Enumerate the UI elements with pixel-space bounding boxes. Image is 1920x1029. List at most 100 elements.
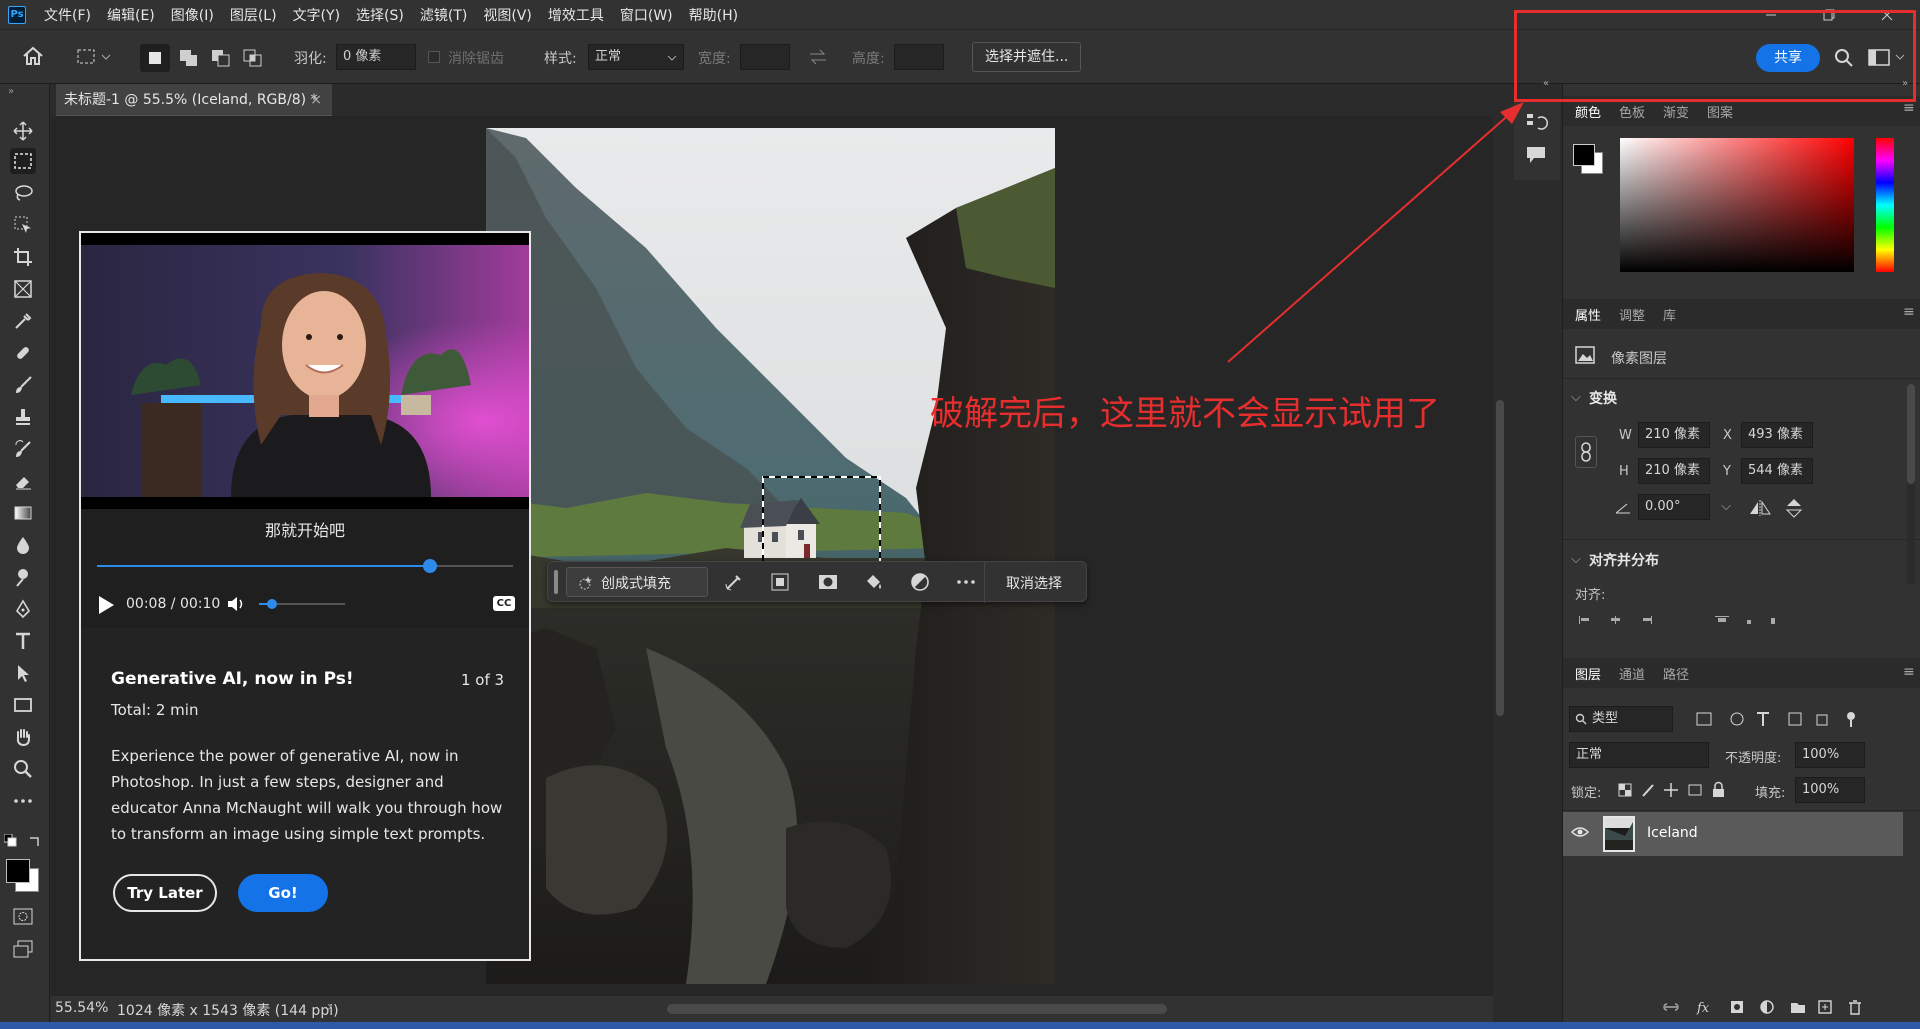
tab-adjustments[interactable]: 调整	[1619, 305, 1645, 324]
video-progress-handle[interactable]	[422, 559, 437, 573]
gradient-tool[interactable]	[10, 500, 36, 526]
layer-filter-select[interactable]: 类型	[1569, 706, 1673, 732]
more-tools[interactable]	[10, 788, 36, 814]
screen-mode-button[interactable]	[10, 936, 36, 962]
menu-help[interactable]: 帮助(H)	[689, 5, 738, 25]
feather-input[interactable]: 0 像素	[336, 44, 416, 70]
properties-scrollbar[interactable]	[1907, 384, 1915, 584]
tab-color[interactable]: 颜色	[1575, 102, 1601, 121]
width-input[interactable]	[740, 44, 790, 70]
healing-brush-tool[interactable]	[10, 340, 36, 366]
path-select-tool[interactable]	[10, 660, 36, 686]
tab-patterns[interactable]: 图案	[1707, 102, 1733, 121]
eyedropper-tool[interactable]	[10, 308, 36, 334]
chevron-down-icon[interactable]: ⌵	[1721, 495, 1731, 519]
brush-tool[interactable]	[10, 372, 36, 398]
pen-tool[interactable]	[10, 596, 36, 622]
marquee-tool[interactable]	[10, 148, 36, 174]
properties-menu-icon[interactable]: ≡	[1903, 304, 1915, 320]
generative-fill-button[interactable]: 创成式填充	[566, 567, 708, 597]
layer-filter-buttons[interactable]	[1693, 710, 1873, 728]
menu-filter[interactable]: 滤镜(T)	[420, 5, 467, 25]
blur-tool[interactable]	[10, 532, 36, 558]
try-later-button[interactable]: Try Later	[113, 874, 217, 912]
menu-window[interactable]: 窗口(W)	[620, 5, 673, 25]
opacity-input[interactable]: 100%	[1795, 742, 1865, 768]
blend-mode-select[interactable]: 正常	[1569, 742, 1709, 768]
align-buttons-row[interactable]	[1575, 614, 1805, 626]
hand-tool[interactable]	[10, 724, 36, 750]
layer-row-iceland[interactable]: Iceland	[1563, 812, 1903, 856]
color-fg-swatch[interactable]	[1573, 144, 1595, 166]
intersect-selection-button[interactable]	[238, 44, 268, 72]
volume-handle[interactable]	[266, 599, 277, 609]
menu-edit[interactable]: 编辑(E)	[107, 5, 155, 25]
collapse-toolbar-icon[interactable]: »	[8, 86, 14, 97]
layers-menu-icon[interactable]: ≡	[1903, 664, 1915, 680]
volume-track[interactable]	[259, 599, 345, 609]
tab-swatches[interactable]: 色板	[1619, 102, 1645, 121]
play-button[interactable]	[97, 595, 115, 615]
layer-name[interactable]: Iceland	[1647, 825, 1698, 841]
eraser-tool[interactable]	[10, 468, 36, 494]
tab-channels[interactable]: 通道	[1619, 664, 1645, 683]
invert-selection-button[interactable]	[770, 572, 790, 592]
menu-view[interactable]: 视图(V)	[483, 5, 532, 25]
flip-vertical-button[interactable]	[1785, 498, 1803, 518]
history-brush-tool[interactable]	[10, 436, 36, 462]
antialias-checkbox[interactable]	[428, 51, 440, 63]
link-dimensions-button[interactable]	[1575, 436, 1597, 468]
close-tab-icon[interactable]: ×	[310, 84, 322, 116]
new-selection-button[interactable]	[140, 44, 170, 72]
status-expand-icon[interactable]: ›	[327, 999, 333, 1015]
home-button[interactable]	[22, 46, 44, 66]
hue-slider[interactable]	[1876, 138, 1894, 272]
deselect-button[interactable]: 取消选择	[1006, 573, 1062, 593]
mask-button[interactable]	[818, 572, 838, 592]
more-options-button[interactable]	[956, 572, 976, 592]
color-field[interactable]	[1620, 138, 1854, 272]
frame-tool[interactable]	[10, 276, 36, 302]
add-selection-button[interactable]	[174, 44, 204, 72]
volume-button[interactable]	[227, 595, 247, 613]
zoom-level[interactable]: 55.54%	[55, 1000, 108, 1016]
type-tool[interactable]	[10, 628, 36, 654]
tab-paths[interactable]: 路径	[1663, 664, 1689, 683]
closed-captions-button[interactable]: CC	[493, 596, 515, 611]
document-info[interactable]: 1024 像素 x 1543 像素 (144 ppi)	[117, 1000, 339, 1020]
dodge-tool[interactable]	[10, 564, 36, 590]
vertical-scroll-thumb[interactable]	[1496, 400, 1504, 716]
collapse-transform-icon[interactable]: ⌵	[1571, 390, 1581, 405]
video-progress-track[interactable]	[97, 559, 513, 573]
document-image[interactable]	[486, 128, 1055, 984]
fill-selection-button[interactable]	[864, 572, 884, 592]
document-tab[interactable]: 未标题-1 @ 55.5% (Iceland, RGB/8) * ×	[56, 84, 332, 116]
menu-image[interactable]: 图像(I)	[171, 5, 214, 25]
transform-height-input[interactable]: 210 像素	[1638, 458, 1710, 484]
tab-libraries[interactable]: 库	[1663, 305, 1676, 324]
marquee-preset-button[interactable]	[76, 47, 114, 67]
go-button[interactable]: Go!	[238, 874, 328, 912]
style-select[interactable]: 正常	[588, 44, 684, 70]
menu-plugins[interactable]: 增效工具	[548, 5, 604, 25]
color-panel-menu-icon[interactable]: ≡	[1903, 100, 1915, 116]
modify-selection-button[interactable]	[724, 572, 744, 592]
flip-horizontal-button[interactable]	[1749, 500, 1771, 516]
collapse-align-icon[interactable]: ⌵	[1571, 552, 1581, 567]
lasso-tool[interactable]	[10, 180, 36, 206]
adjustment-button[interactable]	[910, 572, 930, 592]
move-tool[interactable]	[10, 118, 36, 144]
default-colors-button[interactable]	[4, 834, 18, 848]
drag-handle[interactable]	[554, 570, 558, 594]
properties-scroll-thumb[interactable]	[1907, 384, 1915, 484]
fill-input[interactable]: 100%	[1795, 777, 1865, 803]
tab-gradients[interactable]: 渐变	[1663, 102, 1689, 121]
tab-properties[interactable]: 属性	[1575, 305, 1601, 324]
menu-layer[interactable]: 图层(L)	[230, 5, 277, 25]
subtract-selection-button[interactable]	[206, 44, 236, 72]
transform-width-input[interactable]: 210 像素	[1638, 422, 1710, 448]
menu-select[interactable]: 选择(S)	[356, 5, 404, 25]
menu-file[interactable]: 文件(F)	[44, 5, 91, 25]
height-input[interactable]	[894, 44, 944, 70]
rotation-angle-input[interactable]: 0.00° ⌵	[1638, 494, 1731, 520]
